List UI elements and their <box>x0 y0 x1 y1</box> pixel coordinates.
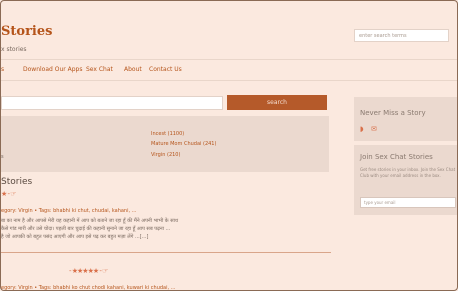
filter-link-mature[interactable]: Mature Mom Chudai (241) <box>151 141 216 147</box>
mail-icon[interactable]: ✉ <box>371 125 377 133</box>
nav-item-contact[interactable]: Contact Us <box>149 66 182 73</box>
sidebar-join-text: Get free stories in your inbox. Join the… <box>360 167 456 178</box>
filter-link-virgin[interactable]: Virgin (210) <box>151 152 180 158</box>
main-search-button[interactable]: search <box>227 95 327 110</box>
story1-excerpt-3: है जो आपकी को बहुत पसंद आएगी और आप इसे प… <box>1 234 149 240</box>
divider <box>1 252 331 253</box>
story2-rating: - ★★★★★ - ☞ <box>69 267 108 275</box>
story1-excerpt-2: कैसे गांड मारी और उसे चोदा। पहली बार चुद… <box>1 226 171 232</box>
section-title: Stories <box>1 177 33 187</box>
site-logo[interactable]: Stories <box>1 24 52 39</box>
main-nav: s Download Our Apps Sex Chat About Conta… <box>1 59 457 81</box>
main-search-input[interactable] <box>1 96 223 110</box>
nav-item-about[interactable]: About <box>124 66 142 73</box>
nav-item-sex-chat[interactable]: Sex Chat <box>86 66 113 73</box>
page-frame: Stories x stories enter search terms s D… <box>0 0 458 291</box>
sidebar-email-input[interactable]: type your email <box>360 197 456 208</box>
nav-item-download-apps[interactable]: Download Our Apps <box>23 66 82 73</box>
header-search-input[interactable]: enter search terms <box>354 29 449 42</box>
site-tagline: x stories <box>1 46 27 53</box>
sidebar-title-never-miss: Never Miss a Story <box>360 109 426 117</box>
sidebar-title-join: Join Sex Chat Stories <box>360 153 433 161</box>
filter-left-label: s <box>1 154 4 160</box>
story1-excerpt-1: बा का नाम है और आपसे मेरी यह कहानी में आ… <box>1 218 179 224</box>
story2-meta[interactable]: egory: Virgin • Tags: bhabhi ko chut cho… <box>1 285 175 290</box>
sidebar-join-box: Join Sex Chat Stories Get free stories i… <box>354 145 457 215</box>
filter-link-incest[interactable]: Incest (1100) <box>151 131 184 137</box>
story1-meta[interactable]: egory: Virgin • Tags: bhabhi ki chut, ch… <box>1 208 136 214</box>
story1-rating: ★ - ☞ <box>1 190 17 198</box>
filter-box: s Incest (1100) Mature Mom Chudai (241) … <box>1 116 329 172</box>
rss-icon[interactable]: ◗ <box>360 125 364 133</box>
sidebar-subscribe-box: Never Miss a Story ◗ ✉ <box>354 97 457 141</box>
nav-item-home[interactable]: s <box>1 66 4 73</box>
